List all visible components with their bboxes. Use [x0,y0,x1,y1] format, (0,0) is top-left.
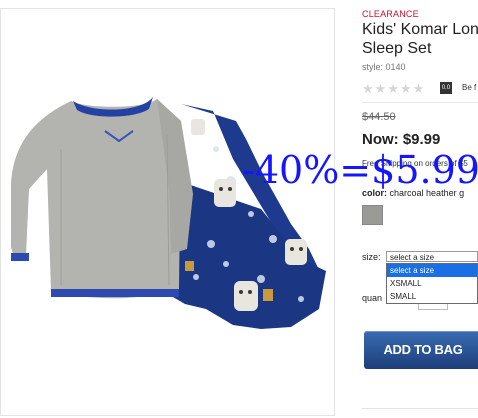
product-title-line2: Sleep Set [362,40,432,57]
size-select[interactable]: select a size [386,251,478,262]
sale-price: Now: $9.99 [362,131,441,148]
pajama-pants-image [173,104,326,329]
product-title-line1: Kids' Komar Lon [362,21,478,38]
pajama-set-illustration [11,97,326,329]
quantity-label: quan [362,293,383,303]
original-price: $44.50 [362,111,396,123]
product-title: Kids' Komar Lon Sleep Set [362,20,478,58]
rating-stars[interactable]: ★★★★★ [362,81,425,97]
size-label: size: [362,252,381,262]
product-image[interactable] [0,8,335,416]
size-option-select[interactable]: select a size [387,264,477,277]
clearance-badge: CLEARANCE [362,9,419,19]
color-swatch[interactable] [362,205,383,225]
style-number: style: 0140 [362,62,406,72]
add-to-bag-button[interactable]: ADD TO BAG [364,331,478,369]
size-option-xsmall[interactable]: XSMALL [387,277,477,290]
discount-overlay-text: -40%=$5.99 [242,148,478,192]
bottom-divider [362,408,478,409]
size-dropdown-list[interactable]: select a size XSMALL SMALL [386,263,478,304]
rating-score-badge: 0.0 [440,82,452,94]
price-divider [362,102,478,103]
write-review-link[interactable]: Be f [462,83,476,92]
pajama-shirt-image [11,97,193,299]
size-option-small[interactable]: SMALL [387,290,477,303]
